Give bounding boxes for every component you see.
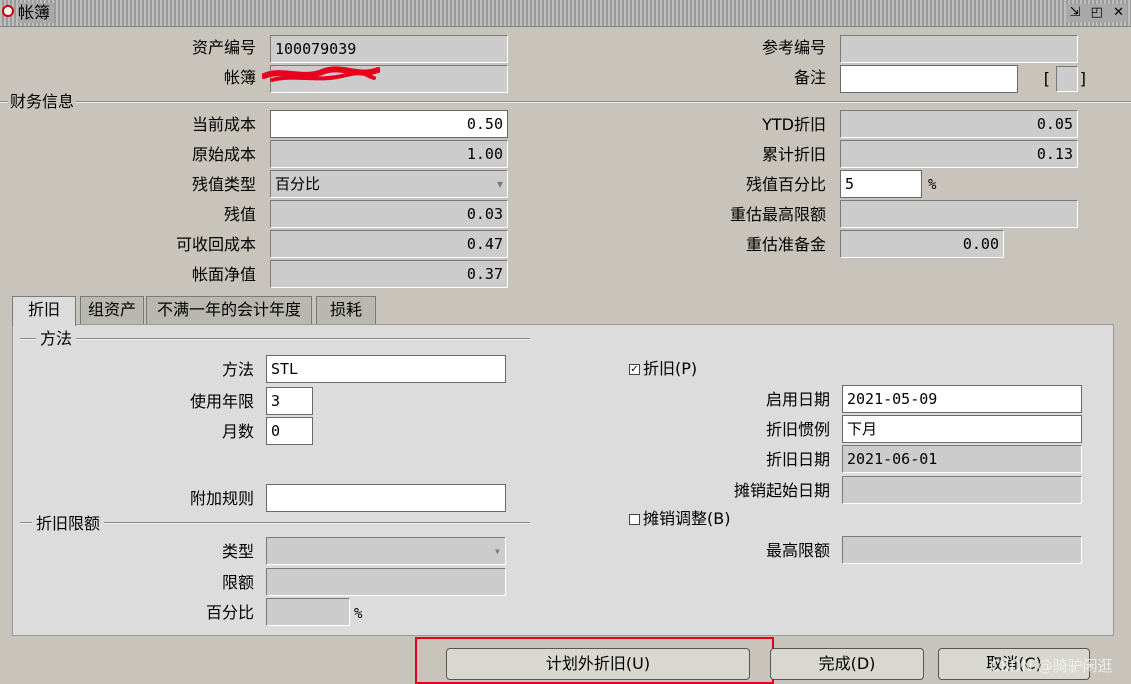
- revaluation-ceiling-field[interactable]: [840, 200, 1078, 228]
- prorate-convention-field[interactable]: 下月: [842, 415, 1082, 443]
- limit-type-label: 类型: [221, 542, 254, 561]
- tab-depletion[interactable]: 损耗: [316, 296, 376, 324]
- salvage-type-select[interactable]: 百分比: [270, 170, 508, 198]
- method-field[interactable]: STL: [266, 355, 506, 383]
- revaluation-reserve-label: 重估准备金: [745, 235, 826, 254]
- window-controls-icon[interactable]: ⇲ ◰ ✕: [1065, 4, 1127, 22]
- method-section-divider: [20, 338, 530, 340]
- asset-number-field[interactable]: 100079039: [270, 35, 508, 63]
- watermark-text: CSDN @骑驴闲逛: [990, 657, 1113, 675]
- revaluation-reserve-field[interactable]: 0.00: [840, 230, 1004, 258]
- life-months-field[interactable]: 0: [266, 417, 313, 445]
- net-book-value-field[interactable]: 0.37: [270, 260, 508, 288]
- accumulated-depreciation-label: 累计折旧: [761, 145, 826, 164]
- original-cost-label: 原始成本: [191, 145, 256, 164]
- limit-type-select[interactable]: [266, 537, 506, 565]
- reference-number-field[interactable]: [840, 35, 1078, 63]
- limit-percent-sign: %: [354, 606, 363, 622]
- ceiling-field[interactable]: [842, 536, 1082, 564]
- descriptive-flexfield-button[interactable]: [1056, 66, 1078, 92]
- life-years-label: 使用年限: [189, 392, 254, 411]
- life-years-field[interactable]: 3: [266, 387, 313, 415]
- salvage-value-label: 残值: [223, 205, 256, 224]
- ytd-depreciation-label: YTD折旧: [762, 115, 826, 134]
- salvage-percent-sign: %: [928, 177, 937, 193]
- revaluation-ceiling-label: 重估最高限额: [729, 205, 826, 224]
- bonus-rule-field[interactable]: [266, 484, 506, 512]
- limit-percent-label: 百分比: [205, 603, 254, 622]
- tab-depreciation[interactable]: 折旧: [12, 296, 76, 326]
- highlight-annotation-box: [415, 637, 774, 684]
- in-service-date-label: 启用日期: [765, 390, 830, 409]
- window-title-bar[interactable]: 帐簿 ⇲ ◰ ✕: [0, 0, 1131, 27]
- salvage-percent-label: 残值百分比: [745, 175, 826, 194]
- oracle-app-icon: [2, 5, 14, 17]
- financial-section-divider: [0, 101, 1131, 103]
- original-cost-field[interactable]: 1.00: [270, 140, 508, 168]
- done-button[interactable]: 完成(D): [770, 648, 924, 680]
- salvage-value-field[interactable]: 0.03: [270, 200, 508, 228]
- tab-short-fiscal-year[interactable]: 不满一年的会计年度: [146, 296, 312, 324]
- life-months-label: 月数: [221, 422, 254, 441]
- amortize-adjustment-checkbox-label[interactable]: 摊销调整(B): [643, 509, 730, 529]
- asset-number-label: 资产编号: [191, 38, 256, 57]
- current-cost-field[interactable]: 0.50: [270, 110, 508, 138]
- recoverable-cost-field[interactable]: 0.47: [270, 230, 508, 258]
- dff-bracket-right: ]: [1079, 69, 1086, 88]
- amortization-start-date-field[interactable]: [842, 476, 1082, 504]
- depr-limit-section-title: 折旧限额: [32, 514, 105, 534]
- amortize-adjustment-checkbox[interactable]: [629, 514, 640, 525]
- amortization-start-date-label: 摊销起始日期: [733, 481, 830, 500]
- depreciate-checkbox[interactable]: ✓: [629, 364, 640, 375]
- salvage-percent-field[interactable]: 5: [840, 170, 922, 198]
- dff-bracket-left: [: [1043, 69, 1050, 88]
- depreciate-checkbox-label[interactable]: 折旧(P): [643, 359, 697, 379]
- comment-field[interactable]: [840, 65, 1018, 93]
- tab-group-asset[interactable]: 组资产: [80, 296, 144, 324]
- method-section-title: 方法: [36, 329, 77, 349]
- comment-label: 备注: [793, 68, 826, 87]
- reference-number-label: 参考编号: [761, 38, 826, 57]
- limit-amount-field[interactable]: [266, 568, 506, 596]
- redaction-scribble: [262, 66, 380, 82]
- limit-amount-label: 限额: [221, 573, 254, 592]
- financial-section-title: 财务信息: [8, 92, 77, 112]
- in-service-date-field[interactable]: 2021-05-09: [842, 385, 1082, 413]
- ytd-depreciation-field[interactable]: 0.05: [840, 110, 1078, 138]
- bonus-rule-label: 附加规则: [189, 489, 254, 508]
- recoverable-cost-label: 可收回成本: [175, 235, 256, 254]
- current-cost-label: 当前成本: [191, 115, 256, 134]
- prorate-convention-label: 折旧惯例: [765, 420, 830, 439]
- ceiling-label: 最高限额: [765, 541, 830, 560]
- window-title: 帐簿: [18, 3, 55, 23]
- salvage-type-label: 残值类型: [191, 175, 256, 194]
- book-label: 帐簿: [223, 68, 256, 87]
- accumulated-depreciation-field[interactable]: 0.13: [840, 140, 1078, 168]
- prorate-date-field[interactable]: 2021-06-01: [842, 445, 1082, 473]
- method-label: 方法: [221, 360, 254, 379]
- net-book-value-label: 帐面净值: [191, 265, 256, 284]
- limit-percent-field[interactable]: [266, 598, 350, 626]
- prorate-date-label: 折旧日期: [765, 450, 830, 469]
